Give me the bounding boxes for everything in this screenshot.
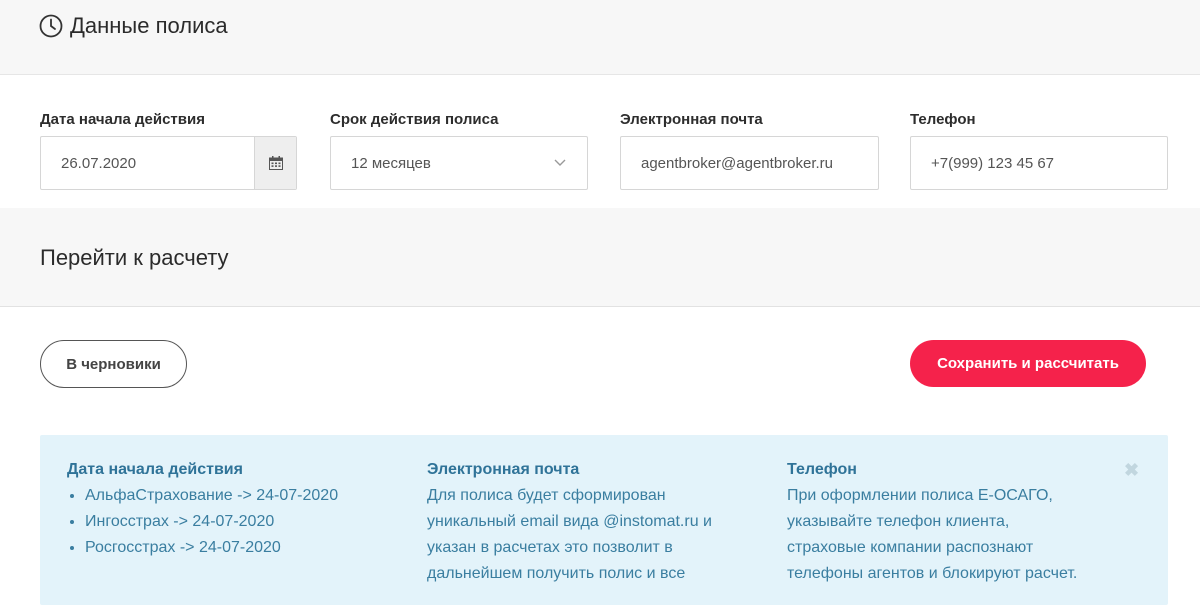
info-email: Электронная почта Для полиса будет сформ… — [427, 457, 767, 587]
list-item: Ингосстрах -> 24-07-2020 — [85, 509, 407, 535]
phone-field[interactable]: +7(999) 123 45 67 — [910, 136, 1168, 190]
info-email-line: Для полиса будет сформирован — [427, 487, 666, 504]
info-email-line: уникальный email вида @instomat.ru и — [427, 513, 712, 530]
list-item: Росгосстрах -> 24-07-2020 — [85, 535, 407, 561]
draft-button[interactable]: В черновики — [40, 340, 187, 388]
email-value: agentbroker@agentbroker.ru — [641, 154, 834, 172]
clock-icon — [39, 14, 63, 38]
info-phone: Телефон При оформлении полиса Е-ОСАГО, у… — [787, 457, 1117, 587]
info-phone-line: При оформлении полиса Е-ОСАГО, — [787, 487, 1053, 504]
calendar-button[interactable] — [254, 137, 296, 189]
info-start-date-title: Дата начала действия — [67, 461, 243, 478]
info-phone-line: телефоны агентов и блокируют расчет. — [787, 565, 1078, 582]
term-select[interactable]: 12 месяцев — [330, 136, 588, 190]
info-email-line: дальнейшем получить полис и все — [427, 565, 686, 582]
phone-value: +7(999) 123 45 67 — [931, 154, 1055, 172]
term-value: 12 месяцев — [351, 154, 431, 172]
phone-label: Телефон — [910, 111, 976, 128]
info-phone-title: Телефон — [787, 461, 857, 478]
info-phone-line: страховые компании распознают — [787, 539, 1034, 556]
info-email-line: указан в расчетах это позволит в — [427, 539, 673, 556]
insurer-date-list: АльфаСтрахование -> 24-07-2020 Ингосстра… — [67, 483, 407, 561]
term-label: Срок действия полиса — [330, 111, 499, 128]
start-date-value: 26.07.2020 — [61, 154, 137, 172]
info-email-title: Электронная почта — [427, 461, 580, 478]
save-calculate-button[interactable]: Сохранить и рассчитать — [910, 340, 1146, 387]
start-date-label: Дата начала действия — [40, 111, 205, 128]
calc-section-title: Перейти к расчету — [40, 245, 229, 270]
info-panel: Дата начала действия АльфаСтрахование ->… — [40, 435, 1168, 605]
list-item: АльфаСтрахование -> 24-07-2020 — [85, 483, 407, 509]
info-start-date: Дата начала действия АльфаСтрахование ->… — [67, 457, 407, 561]
policy-section-title: Данные полиса — [70, 13, 228, 38]
email-field[interactable]: agentbroker@agentbroker.ru — [620, 136, 879, 190]
chevron-down-icon — [554, 159, 566, 166]
info-phone-line: указывайте телефон клиента, — [787, 513, 1010, 530]
calendar-icon — [268, 156, 283, 170]
email-label: Электронная почта — [620, 111, 763, 128]
close-icon[interactable]: ✖ — [1124, 461, 1139, 479]
start-date-field[interactable]: 26.07.2020 — [40, 136, 297, 190]
